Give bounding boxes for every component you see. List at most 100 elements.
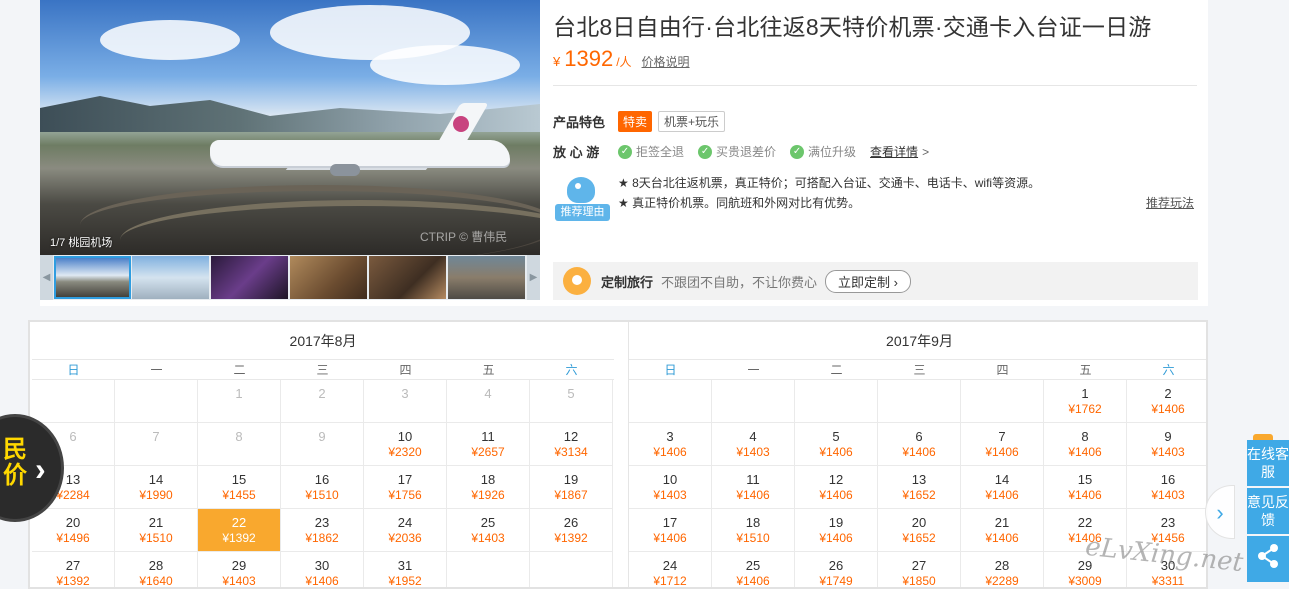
recommend-more-link[interactable]: 推荐玩法 bbox=[1146, 194, 1194, 211]
day-cell[interactable]: 26 ¥1749 bbox=[795, 552, 878, 587]
calendar-next-arrow[interactable]: › bbox=[1205, 485, 1235, 539]
day-cell[interactable]: 24 ¥1712 bbox=[629, 552, 712, 587]
weekday: 六 bbox=[1162, 363, 1175, 377]
day-cell[interactable]: 29 ¥1403 bbox=[198, 552, 281, 587]
day-cell[interactable]: 7 ¥1406 bbox=[961, 423, 1044, 466]
thumbnail-2[interactable] bbox=[132, 256, 209, 299]
day-number: 1 bbox=[235, 386, 243, 401]
day-price: ¥2289 bbox=[985, 574, 1019, 588]
thumbnail-5[interactable] bbox=[369, 256, 446, 299]
day-cell[interactable]: 25 ¥1403 bbox=[447, 509, 530, 552]
day-number: 12 bbox=[563, 429, 579, 444]
thumb-next-arrow[interactable]: ▶ bbox=[527, 255, 540, 300]
day-cell[interactable]: 10 ¥1403 bbox=[629, 466, 712, 509]
weekday: 三 bbox=[316, 363, 329, 377]
day-cell[interactable]: 5 ¥1406 bbox=[795, 423, 878, 466]
day-cell-selected[interactable]: 22 ¥1392 bbox=[198, 509, 281, 552]
day-cell[interactable]: 12 ¥3134 bbox=[530, 423, 613, 466]
day-cell[interactable]: 21 ¥1406 bbox=[961, 509, 1044, 552]
day-cell[interactable]: 17 ¥1756 bbox=[364, 466, 447, 509]
thumbnail-1[interactable] bbox=[54, 256, 131, 299]
view-details-link[interactable]: 查看详情 bbox=[870, 143, 918, 160]
day-price: ¥1850 bbox=[902, 574, 936, 588]
day-cell[interactable]: 31 ¥1952 bbox=[364, 552, 447, 587]
product-title: 台北8日自由行·台北往返8天特价机票·交通卡入台证一日游 bbox=[553, 14, 1152, 40]
day-cell[interactable]: 14 ¥1406 bbox=[961, 466, 1044, 509]
day-number: 8 bbox=[1081, 429, 1089, 444]
day-price: ¥1403 bbox=[653, 488, 687, 502]
custom-trip-icon bbox=[563, 267, 591, 295]
assurance-text: 满位升级 bbox=[808, 145, 857, 159]
custom-trip-button[interactable]: 立即定制 › bbox=[825, 269, 911, 293]
day-cell[interactable]: 4 ¥1403 bbox=[712, 423, 795, 466]
day-cell[interactable]: 12 ¥1406 bbox=[795, 466, 878, 509]
day-cell[interactable]: 2 ¥1406 bbox=[1127, 380, 1206, 423]
assurance-item: ✓ 满位升级 bbox=[790, 143, 856, 160]
thumbnail-6[interactable] bbox=[448, 256, 525, 299]
day-number: 16 bbox=[1160, 472, 1176, 487]
day-cell[interactable]: 17 ¥1406 bbox=[629, 509, 712, 552]
day-price: ¥1510 bbox=[736, 531, 770, 545]
day-cell[interactable]: 24 ¥2036 bbox=[364, 509, 447, 552]
day-number: 5 bbox=[567, 386, 575, 401]
day-cell[interactable]: 10 ¥2320 bbox=[364, 423, 447, 466]
day-cell[interactable]: 16 ¥1510 bbox=[281, 466, 364, 509]
day-cell[interactable]: 21 ¥1510 bbox=[115, 509, 198, 552]
day-cell[interactable]: 28 ¥2289 bbox=[961, 552, 1044, 588]
day-number: 13 bbox=[911, 472, 927, 487]
day-cell[interactable]: 16 ¥1403 bbox=[1127, 466, 1206, 509]
photo-watermark: CTRIP © 曹伟民 bbox=[420, 230, 508, 244]
day-number: 28 bbox=[148, 558, 164, 573]
cloud bbox=[100, 20, 240, 60]
day-cell[interactable]: 30 ¥1406 bbox=[281, 552, 364, 587]
day-cell[interactable]: 28 ¥1640 bbox=[115, 552, 198, 587]
day-cell bbox=[795, 380, 878, 423]
day-price: ¥2320 bbox=[388, 445, 422, 459]
day-number: 18 bbox=[745, 515, 761, 530]
day-price: ¥1510 bbox=[305, 488, 339, 502]
day-cell[interactable]: 15 ¥1455 bbox=[198, 466, 281, 509]
day-number: 17 bbox=[662, 515, 678, 530]
share-button[interactable] bbox=[1247, 536, 1289, 582]
thumbnail-4[interactable] bbox=[290, 256, 367, 299]
day-number: 21 bbox=[148, 515, 164, 530]
day-cell[interactable]: 19 ¥1867 bbox=[530, 466, 613, 509]
chevron-right-icon: > bbox=[922, 144, 930, 159]
day-cell[interactable]: 18 ¥1926 bbox=[447, 466, 530, 509]
feature-label: 产品特色 bbox=[553, 115, 606, 130]
day-number: 9 bbox=[318, 429, 326, 444]
assurance-label: 放 心 游 bbox=[553, 145, 600, 160]
day-cell[interactable]: 14 ¥1990 bbox=[115, 466, 198, 509]
day-price: ¥1756 bbox=[388, 488, 422, 502]
day-cell[interactable]: 26 ¥1392 bbox=[530, 509, 613, 552]
feedback-button[interactable]: 意见反馈 bbox=[1247, 488, 1289, 534]
hero-photo[interactable]: 1/7 桃园机场 CTRIP © 曹伟民 bbox=[40, 0, 540, 255]
day-price: ¥1867 bbox=[554, 488, 588, 502]
thumbnail-3[interactable] bbox=[211, 256, 288, 299]
side-toolbar: 在线客服 意见反馈 bbox=[1247, 440, 1289, 584]
day-cell[interactable]: 25 ¥1406 bbox=[712, 552, 795, 587]
day-number: 8 bbox=[235, 429, 243, 444]
day-cell[interactable]: 27 ¥1850 bbox=[878, 552, 961, 588]
day-cell[interactable]: 20 ¥1652 bbox=[878, 509, 961, 552]
day-cell[interactable]: 8 ¥1406 bbox=[1044, 423, 1127, 466]
day-cell[interactable]: 20 ¥1496 bbox=[32, 509, 115, 552]
day-number: 11 bbox=[746, 472, 760, 487]
day-cell[interactable]: 3 ¥1406 bbox=[629, 423, 712, 466]
day-cell[interactable]: 6 ¥1406 bbox=[878, 423, 961, 466]
day-cell[interactable]: 15 ¥1406 bbox=[1044, 466, 1127, 509]
day-price: ¥1406 bbox=[736, 488, 770, 502]
day-cell[interactable]: 1 ¥1762 bbox=[1044, 380, 1127, 423]
custom-trip-title: 定制旅行 bbox=[601, 274, 654, 290]
day-cell[interactable]: 13 ¥1652 bbox=[878, 466, 961, 509]
price-note-link[interactable]: 价格说明 bbox=[642, 53, 690, 70]
day-cell[interactable]: 9 ¥1403 bbox=[1127, 423, 1206, 466]
thumb-prev-arrow[interactable]: ◀ bbox=[40, 255, 53, 300]
online-service-button[interactable]: 在线客服 bbox=[1247, 440, 1289, 486]
day-cell[interactable]: 23 ¥1862 bbox=[281, 509, 364, 552]
day-cell[interactable]: 27 ¥1392 bbox=[32, 552, 115, 587]
day-cell[interactable]: 11 ¥1406 bbox=[712, 466, 795, 509]
day-cell[interactable]: 11 ¥2657 bbox=[447, 423, 530, 466]
day-cell[interactable]: 18 ¥1510 bbox=[712, 509, 795, 552]
day-cell[interactable]: 19 ¥1406 bbox=[795, 509, 878, 552]
